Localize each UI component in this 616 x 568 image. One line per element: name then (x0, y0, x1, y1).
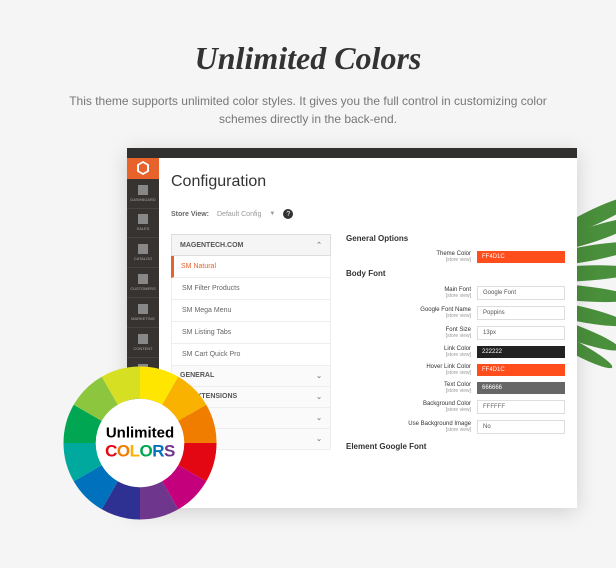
field-scope: [store view] (346, 352, 471, 358)
sidebar-label: SALES (137, 226, 150, 231)
field-text-color: Text Color[store view] 666666 (346, 382, 565, 394)
badge-line1: Unlimited (105, 425, 175, 442)
bg-image-select[interactable]: No (477, 420, 565, 434)
options-panel: General Options Theme Color[store view] … (331, 234, 565, 508)
sidebar-item-marketing[interactable]: MARKETING (127, 298, 159, 328)
chevron-up-icon: ⌃ (316, 241, 322, 249)
bg-color-swatch[interactable]: FFFFFF (477, 400, 565, 414)
text-color-swatch[interactable]: 666666 (477, 382, 565, 394)
sidebar-label: CATALOG (134, 256, 153, 261)
field-link-color: Link Color[store view] 222222 (346, 346, 565, 358)
sidebar-item-customers[interactable]: CUSTOMERS (127, 268, 159, 298)
theme-color-swatch[interactable]: FF4D1C (477, 251, 565, 263)
hover-color-swatch[interactable]: FF4D1C (477, 364, 565, 376)
field-scope: [store view] (346, 313, 471, 319)
field-scope: [store view] (346, 427, 471, 433)
sidebar-label: CONTENT (133, 346, 152, 351)
chevron-down-icon: ⌄ (316, 414, 322, 422)
body-font-title: Body Font (346, 269, 565, 278)
color-wheel-badge: Unlimited COLORS (55, 358, 225, 528)
general-options-title: General Options (346, 234, 565, 243)
scope-select[interactable]: Default Config (217, 211, 261, 218)
chevron-down-icon: ⌄ (316, 435, 322, 443)
sidebar-item-dashboard[interactable]: DASHBOARD (127, 179, 159, 209)
sidebar-item-catalog[interactable]: CATALOG (127, 238, 159, 268)
chevron-down-icon: ⌄ (316, 393, 322, 401)
font-size-input[interactable]: 13px (477, 326, 565, 340)
chevron-down-icon: ⌄ (316, 372, 322, 380)
titlebar (127, 148, 577, 158)
scope-dropdown-icon[interactable]: ▼ (269, 211, 275, 217)
badge-line2: COLORS (105, 442, 175, 462)
field-font-size: Font Size[store view] 13px (346, 326, 565, 340)
field-scope: [store view] (346, 407, 471, 413)
nav-item-sm-natural[interactable]: SM Natural (171, 256, 331, 278)
field-scope: [store view] (346, 333, 471, 339)
sidebar-item-sales[interactable]: SALES (127, 209, 159, 239)
field-main-font: Main Font[store view] Google Font (346, 286, 565, 300)
field-bg-image: Use Background Image[store view] No (346, 420, 565, 434)
sidebar-label: DASHBOARD (130, 197, 155, 202)
sidebar-label: MARKETING (131, 316, 155, 321)
nav-group-label: MAGENTECH.COM (180, 242, 243, 249)
hero-subtitle: This theme supports unlimited color styl… (0, 77, 616, 153)
field-scope: [store view] (346, 293, 471, 299)
sidebar-item-content[interactable]: CONTENT (127, 328, 159, 358)
field-bg-color: Background Color[store view] FFFFFF (346, 400, 565, 414)
nav-group-header[interactable]: MAGENTECH.COM ⌃ (171, 234, 331, 256)
nav-item-sm-megamenu[interactable]: SM Mega Menu (171, 300, 331, 322)
element-font-title: Element Google Font (346, 442, 565, 451)
scope-label: Store View: (171, 211, 209, 218)
wheel-label: Unlimited COLORS (105, 425, 175, 462)
page-title: Configuration (171, 173, 565, 191)
magento-logo-icon[interactable] (127, 158, 159, 179)
store-scope-row: Store View: Default Config ▼ ? (171, 209, 565, 219)
hero-title: Unlimited Colors (0, 0, 616, 77)
field-hover-color: Hover Link Color[store view] FF4D1C (346, 364, 565, 376)
google-font-input[interactable]: Poppins (477, 306, 565, 320)
sidebar-label: CUSTOMERS (130, 286, 155, 291)
link-color-swatch[interactable]: 222222 (477, 346, 565, 358)
field-theme-color: Theme Color[store view] FF4D1C (346, 251, 565, 263)
help-icon[interactable]: ? (283, 209, 293, 219)
field-scope: [store view] (346, 370, 471, 376)
field-scope: [store view] (346, 257, 471, 263)
field-scope: [store view] (346, 388, 471, 394)
nav-item-sm-listing[interactable]: SM Listing Tabs (171, 322, 331, 344)
main-font-select[interactable]: Google Font (477, 286, 565, 300)
nav-item-sm-filter[interactable]: SM Filter Products (171, 278, 331, 300)
field-google-font: Google Font Name[store view] Poppins (346, 306, 565, 320)
